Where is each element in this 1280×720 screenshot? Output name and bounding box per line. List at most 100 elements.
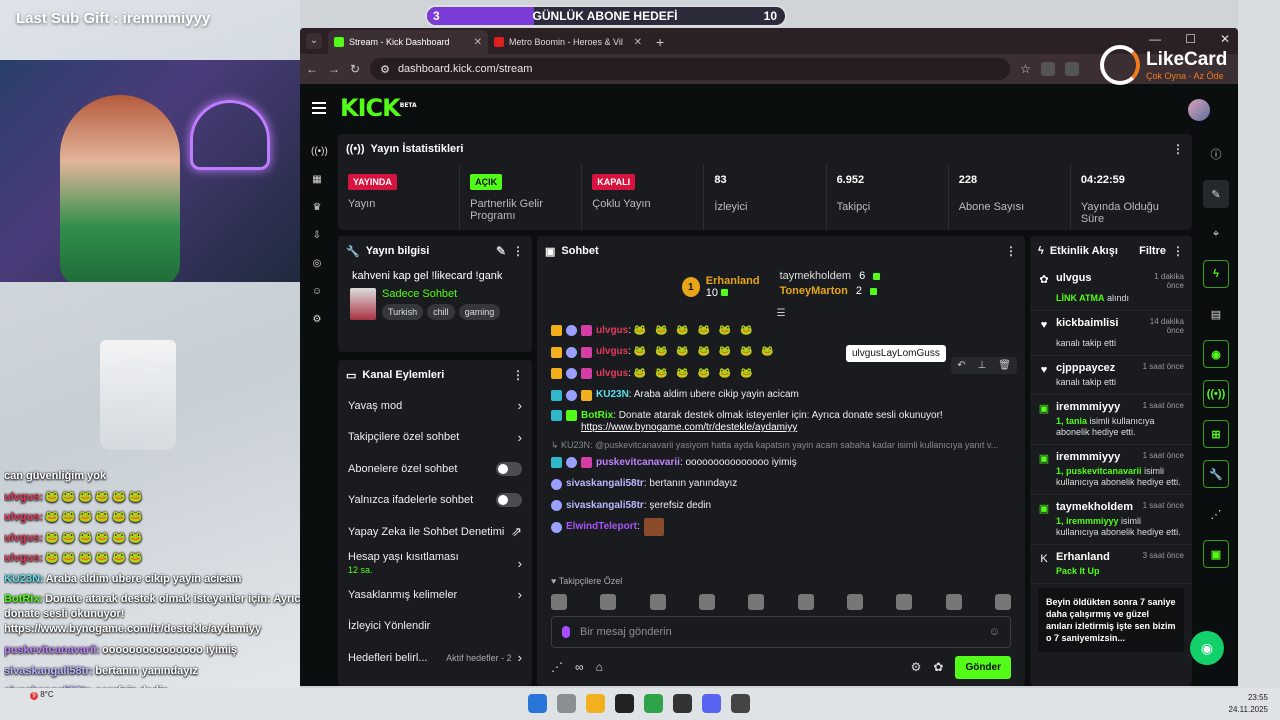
emote-icon[interactable] [600,594,617,610]
close-tab-icon[interactable]: ✕ [634,37,642,48]
chat-username[interactable]: ElwindTeleport [566,521,637,532]
help-button[interactable]: ◉ [1190,631,1224,665]
broadcast-icon[interactable]: ((•)) [1203,380,1229,408]
new-tab-icon[interactable]: + [656,34,664,50]
back-icon[interactable]: ← [306,62,318,76]
search-icon[interactable] [557,694,576,713]
close-tab-icon[interactable]: ✕ [474,37,482,48]
chat-username[interactable]: ulvgus [596,368,628,379]
chat-username[interactable]: ulvgus [596,346,628,357]
channel-action-item[interactable]: Abonelere özel sohbet [338,453,532,485]
toggle-switch[interactable] [496,461,522,476]
clock[interactable]: 23:55 24.11.2025 [1229,692,1268,716]
lightning-icon[interactable]: ϟ [1203,260,1229,288]
emote-icon[interactable] [649,594,666,610]
tab-youtube[interactable]: Metro Boomin - Heroes & Vil ✕ [488,30,648,54]
tag-chip[interactable]: gaming [458,304,501,320]
pinned-arrow-icon[interactable]: ☰ [537,308,1025,320]
wrench-icon[interactable]: 🔧 [1203,460,1229,488]
emote-icon[interactable] [994,594,1011,610]
tag-chip[interactable]: Turkish [382,304,424,320]
activity-user[interactable]: Erhanland [1056,551,1110,563]
more-icon[interactable]: ⋮ [1005,244,1017,258]
edit-icon[interactable]: ✎ [1203,180,1229,208]
chat-settings-icon[interactable]: ⚙ [911,660,922,674]
camera-icon[interactable]: ◎ [311,258,323,270]
emote-icon[interactable] [748,594,765,610]
more-icon[interactable]: ⋮ [1172,142,1184,156]
chat-bubble-icon[interactable]: ◉ [1203,340,1229,368]
emote-icon[interactable] [945,594,962,610]
profile-avatar[interactable] [1188,99,1210,121]
app-icon[interactable] [731,694,750,713]
chat-username[interactable]: ulvgus [596,325,628,336]
mic-icon[interactable] [562,626,570,638]
channel-action-item[interactable]: Yavaş mod › [338,390,532,422]
emote-icon[interactable] [551,594,567,610]
stream-icon[interactable]: ((•)) [311,146,328,158]
more-icon[interactable]: ⋮ [1172,244,1184,258]
activity-user[interactable]: iremmmiyyy [1056,401,1120,413]
app-icon[interactable]: ▣ [1203,540,1229,568]
toggle-switch[interactable] [496,493,522,508]
chat-username[interactable]: KU23N [596,389,629,400]
emote-icon[interactable] [846,594,863,610]
kick-logo[interactable]: KICKBETA [340,94,417,122]
menu-icon[interactable] [312,102,326,114]
bookmark-star-icon[interactable]: ☆ [1020,62,1031,76]
extension-icon[interactable] [1064,62,1079,76]
activity-user[interactable]: taymekholdem [1056,501,1133,513]
channel-action-item[interactable]: Yasaklanmış kelimeler › [338,579,532,611]
emote-icon[interactable] [896,594,913,610]
app-icon[interactable] [673,694,692,713]
community-icon[interactable]: ☺ [311,286,323,298]
info-icon[interactable]: ⓘ [1203,140,1229,168]
infinity-icon[interactable]: ∞ [575,660,584,674]
channel-action-item[interactable]: Takipçilere özel sohbet › [338,422,532,454]
emote-icon[interactable] [797,594,814,610]
chat-username[interactable]: sivaskangali58tr [566,500,644,511]
message-link[interactable]: https://www.bynogame.com/tr/destekle/ayd… [581,422,797,433]
emote-icon[interactable] [698,594,715,610]
activity-user[interactable]: cjpppaycez [1056,362,1115,374]
category-name[interactable]: Sadece Sohbet [382,288,500,300]
emoji-icon[interactable]: ☺ [989,626,1000,638]
scan-icon[interactable]: ⌖ [1203,220,1229,248]
obs-icon[interactable] [615,694,634,713]
clipboard-icon[interactable]: ▤ [1203,300,1229,328]
send-button[interactable]: Gönder [955,655,1011,679]
more-icon[interactable]: ⋮ [512,244,524,258]
analytics-icon[interactable]: ▦ [311,174,323,186]
more-icon[interactable]: ⋮ [512,368,524,382]
channel-action-item[interactable]: Hedefleri belirl... Aktif hedefler - 2 › [338,642,532,674]
reply-icon[interactable]: ↶ [957,360,965,371]
points-icon[interactable]: ⋰ [551,660,563,674]
windows-start-icon[interactable] [528,694,547,713]
tag-chip[interactable]: chill [427,304,455,320]
settings-icon[interactable]: ⚙ [311,314,323,326]
weather-widget[interactable]: 9 8°C [30,690,54,700]
file-explorer-icon[interactable] [586,694,605,713]
pencil-icon[interactable]: ✎ [496,244,506,258]
delete-icon[interactable]: 🗑 [998,360,1011,371]
activity-user[interactable]: iremmmiyyy [1056,451,1120,463]
chat-username[interactable]: BotRix [581,410,613,421]
chat-input[interactable]: Bir mesaj gönderin ☺ [551,616,1011,648]
payout-icon[interactable]: ⇩ [311,230,323,242]
channel-action-item[interactable]: Hesap yaşı kısıtlaması 12 sa. › [338,548,532,580]
site-info-icon[interactable]: ⚙ [380,63,390,76]
channel-action-item[interactable]: İzleyici Yönlendir [338,611,532,643]
pin-icon[interactable]: ⊥ [978,360,987,371]
url-field[interactable]: ⚙ dashboard.kick.com/stream [370,58,1011,80]
extension-icon[interactable] [1040,62,1055,76]
share-icon[interactable]: ⋰ [1203,500,1229,528]
chat-username[interactable]: puskevitcanavarii [596,457,680,468]
layout-icon[interactable]: ⊞ [1203,420,1229,448]
discord-icon[interactable] [702,694,721,713]
channel-action-item[interactable]: Yapay Zeka ile Sohbet Denetimi ⇗ [338,516,532,548]
tab-kick-dashboard[interactable]: Stream - Kick Dashboard ✕ [328,30,488,54]
reload-icon[interactable]: ↻ [350,62,360,76]
forward-icon[interactable]: → [328,62,340,76]
chat-username[interactable]: sivaskangali58tr [566,478,644,489]
store-icon[interactable]: ⌂ [596,660,603,674]
